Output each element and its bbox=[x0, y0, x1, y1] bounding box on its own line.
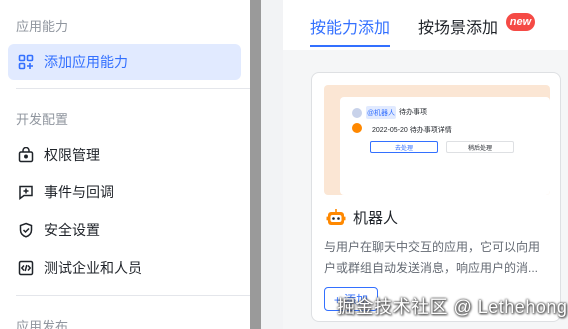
sidebar: 应用能力 添加应用能力 开发配置 权限管理 事件与回调 安全设置 测试企业和人员… bbox=[0, 0, 253, 329]
preview-secondary-button: 稍后处理 bbox=[446, 141, 514, 153]
main-content: 按能力添加 按场景添加 new @机器人 待办事项 2022-05-20 待办事… bbox=[283, 0, 568, 329]
event-icon bbox=[17, 183, 35, 201]
tab-bar: 按能力添加 按场景添加 new bbox=[283, 0, 568, 50]
gutter bbox=[261, 0, 283, 329]
card-title-text: 机器人 bbox=[353, 210, 399, 227]
section-title-dev: 开发配置 bbox=[16, 112, 69, 127]
grid-add-icon bbox=[17, 53, 35, 71]
tab-by-scene[interactable]: 按场景添加 bbox=[418, 14, 498, 38]
sidebar-item-security[interactable]: 安全设置 bbox=[8, 212, 241, 248]
sidebar-item-label: 权限管理 bbox=[44, 147, 100, 163]
card-title: 机器人 bbox=[326, 207, 398, 228]
card-preview-image: @机器人 待办事项 2022-05-20 待办事项详情 去处理 稍后处理 bbox=[324, 85, 550, 195]
tab-active-indicator bbox=[310, 45, 390, 47]
tab-by-ability[interactable]: 按能力添加 bbox=[310, 14, 390, 38]
new-badge: new bbox=[506, 13, 535, 31]
preview-message-card: @机器人 待办事项 2022-05-20 待办事项详情 去处理 稍后处理 bbox=[340, 97, 550, 195]
card-description: 与用户在聊天中交互的应用，它可以向用户或群组自动发送消息，响应用户的消... bbox=[324, 240, 541, 275]
ability-card-bot[interactable]: @机器人 待办事项 2022-05-20 待办事项详情 去处理 稍后处理 机器人… bbox=[311, 72, 561, 322]
avatar bbox=[352, 108, 362, 118]
sidebar-item-events[interactable]: 事件与回调 bbox=[8, 174, 241, 210]
sidebar-item-permissions[interactable]: 权限管理 bbox=[8, 137, 241, 173]
sidebar-item-test-users[interactable]: 测试企业和人员 bbox=[8, 250, 241, 286]
section-title-ability: 应用能力 bbox=[16, 19, 69, 34]
permission-icon bbox=[17, 146, 35, 164]
sidebar-item-add-ability[interactable]: 添加应用能力 bbox=[8, 44, 241, 80]
bot-avatar-icon bbox=[352, 123, 362, 133]
code-icon bbox=[17, 259, 35, 277]
divider bbox=[16, 295, 253, 296]
preview-primary-button: 去处理 bbox=[370, 141, 438, 153]
section-title-publish: 应用发布 bbox=[16, 319, 69, 329]
robot-icon bbox=[326, 208, 346, 228]
preview-header: 待办事项 bbox=[399, 109, 427, 116]
sidebar-scrollbar[interactable] bbox=[250, 0, 261, 329]
preview-line: 2022-05-20 待办事项详情 bbox=[372, 127, 452, 134]
preview-mention-tag: @机器人 bbox=[366, 106, 396, 119]
shield-icon bbox=[17, 221, 35, 239]
watermark: 掘金技术社区 @ Lethehong bbox=[337, 297, 568, 317]
sidebar-item-label: 添加应用能力 bbox=[44, 54, 128, 70]
sidebar-item-label: 安全设置 bbox=[44, 222, 100, 238]
divider bbox=[16, 88, 253, 89]
sidebar-item-label: 测试企业和人员 bbox=[44, 260, 142, 276]
sidebar-item-label: 事件与回调 bbox=[44, 184, 114, 200]
